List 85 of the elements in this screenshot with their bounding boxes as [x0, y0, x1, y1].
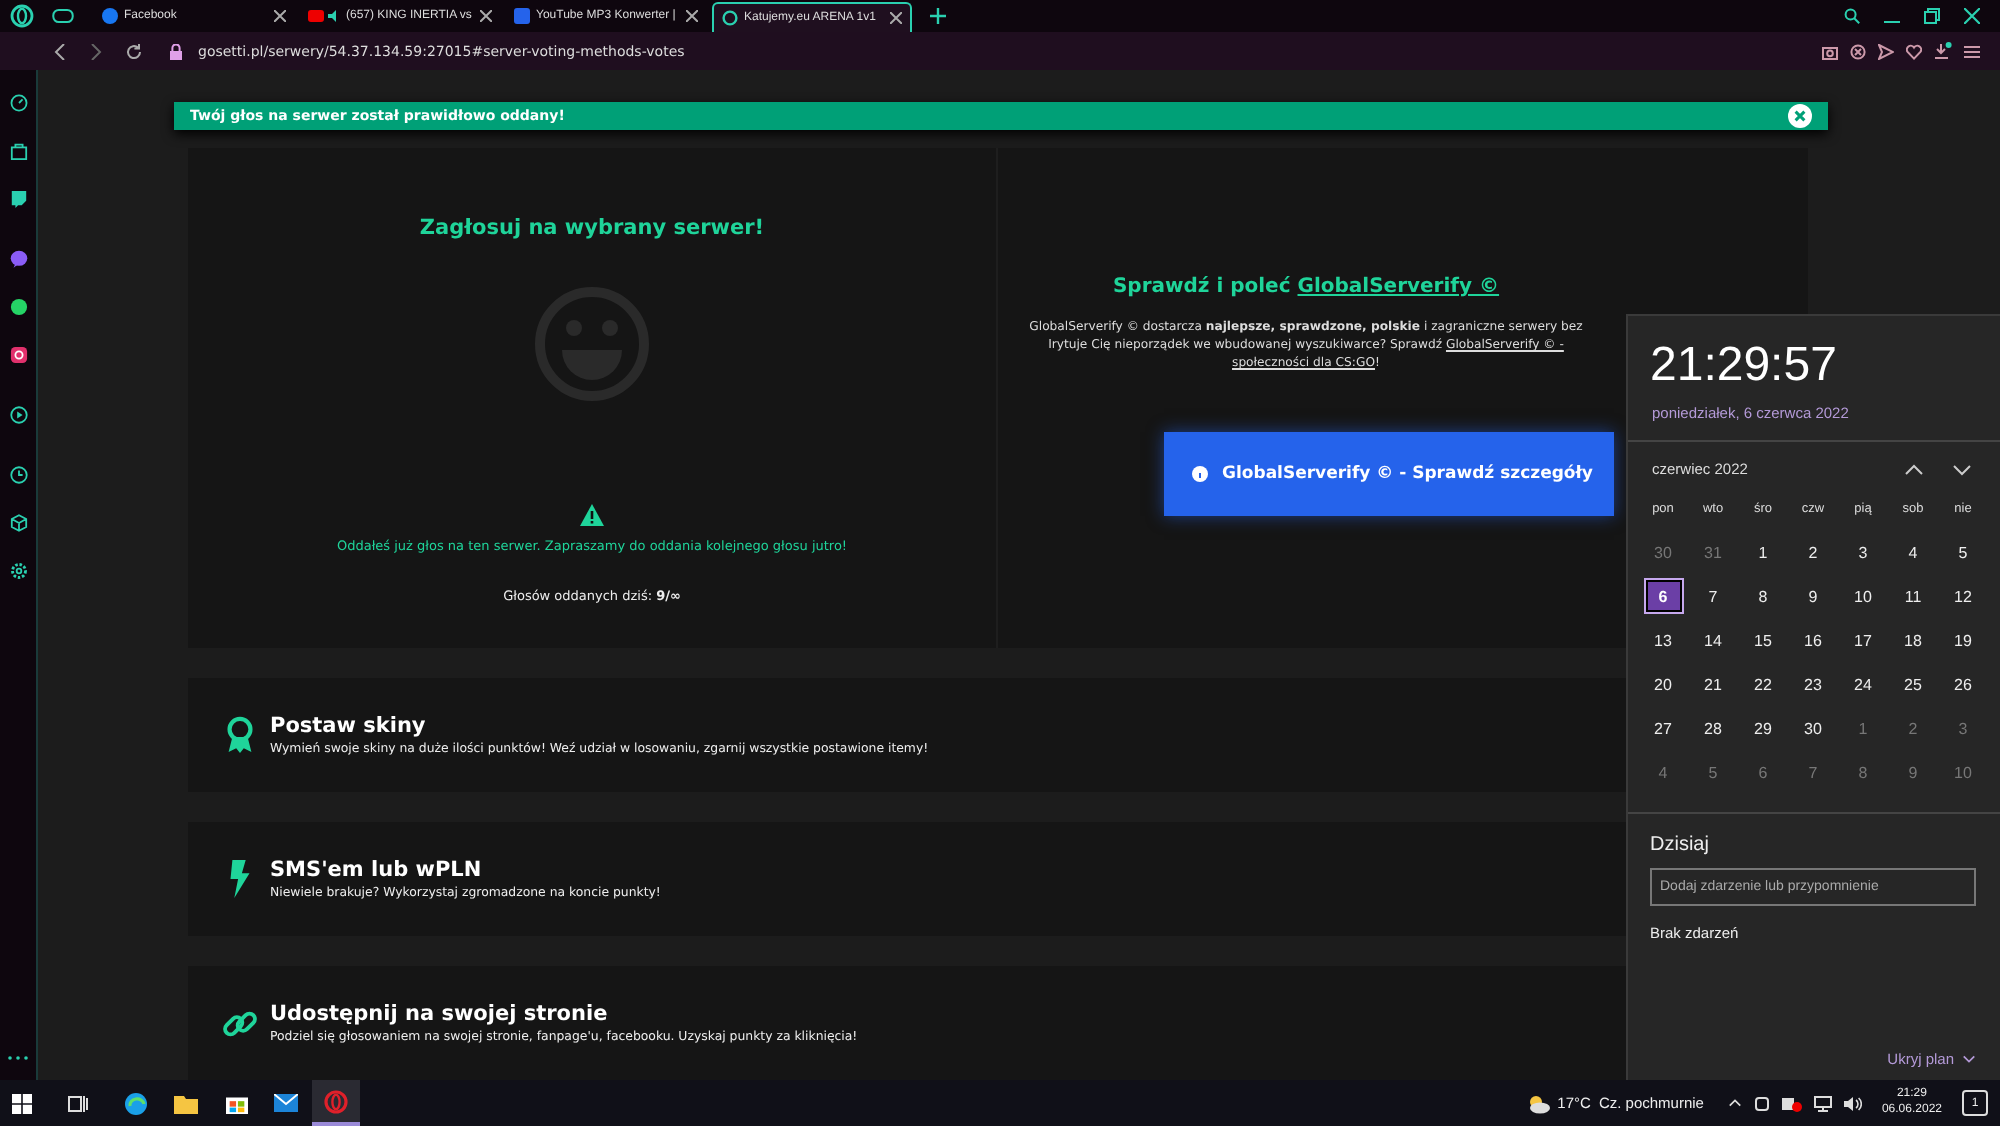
calendar-day[interactable]: 8 — [1743, 578, 1783, 614]
network-icon[interactable] — [1813, 1095, 1832, 1111]
calendar-day[interactable]: 22 — [1743, 666, 1783, 702]
gauge-icon[interactable] — [9, 94, 27, 112]
bag-icon[interactable] — [9, 142, 27, 160]
back-icon[interactable] — [54, 43, 66, 59]
calendar-day[interactable]: 18 — [1893, 622, 1933, 658]
calendar-day[interactable]: 19 — [1943, 622, 1983, 658]
calendar-day[interactable]: 11 — [1893, 578, 1933, 614]
calendar-day[interactable]: 14 — [1693, 622, 1733, 658]
youtube-icon — [308, 8, 340, 24]
folder-icon — [174, 1093, 198, 1113]
messenger-icon[interactable] — [9, 250, 27, 268]
calendar-day[interactable]: 30 — [1793, 710, 1833, 746]
clock-icon[interactable] — [9, 466, 27, 484]
vote-title: Zagłosuj na wybrany serwer! — [419, 216, 765, 240]
promo-title: Sprawdź i poleć GlobalServerify © — [1112, 276, 1500, 298]
twitch-icon[interactable] — [9, 190, 27, 208]
snapshot-icon[interactable] — [1822, 43, 1838, 59]
close-icon[interactable] — [274, 10, 286, 22]
info-icon — [1192, 466, 1208, 483]
feature-title: Udostępnij na swojej stronie — [270, 1002, 610, 1026]
maximize-icon[interactable] — [1924, 8, 1940, 24]
warning-icon — [580, 504, 604, 526]
details-button[interactable]: GlobalServerify © - Sprawdź szczegóły — [1164, 432, 1614, 517]
calendar-day[interactable]: 23 — [1793, 666, 1833, 702]
award-icon — [222, 716, 258, 754]
link[interactable]: GlobalServerify © — [1297, 276, 1500, 298]
calendar-day[interactable]: 29 — [1743, 710, 1783, 746]
calendar-day[interactable]: 26 — [1943, 666, 1983, 702]
calendar-day[interactable]: 3 — [1843, 534, 1883, 570]
calendar-day[interactable]: 24 — [1843, 666, 1883, 702]
calendar-day[interactable]: 4 — [1893, 534, 1933, 570]
close-icon[interactable] — [1964, 8, 1980, 24]
today-heading: Dzisiaj — [1650, 834, 1711, 856]
clock-time: 21:29:57 — [1650, 338, 1839, 394]
instagram-icon[interactable] — [9, 346, 27, 364]
calendar-day[interactable]: 28 — [1693, 710, 1733, 746]
mail-icon — [274, 1094, 298, 1112]
calendar-day[interactable]: 20 — [1643, 666, 1683, 702]
cube-icon[interactable] — [9, 514, 27, 532]
send-icon[interactable] — [1878, 43, 1894, 59]
play-icon[interactable] — [9, 406, 27, 424]
calendar-day[interactable]: 2 — [1793, 534, 1833, 570]
weather-icon[interactable] — [1525, 1093, 1550, 1113]
calendar-day[interactable]: 21 — [1693, 666, 1733, 702]
opera-logo-icon[interactable] — [10, 4, 34, 28]
calendar-day[interactable]: 25 — [1893, 666, 1933, 702]
calendar-day[interactable]: 6 — [1643, 578, 1683, 614]
search-icon[interactable] — [1844, 8, 1860, 24]
chevron-up-icon[interactable] — [1904, 463, 1924, 475]
download-icon[interactable] — [1934, 42, 1952, 60]
close-icon[interactable] — [480, 10, 492, 22]
feature-title: SMS'em lub wPLN — [270, 858, 484, 882]
calendar-day[interactable]: 1 — [1743, 534, 1783, 570]
reload-icon[interactable] — [126, 43, 142, 59]
calendar-day[interactable]: 13 — [1643, 622, 1683, 658]
close-icon[interactable] — [890, 11, 902, 23]
settings-icon[interactable] — [9, 562, 27, 580]
store-icon — [225, 1092, 247, 1114]
volume-icon[interactable] — [1843, 1095, 1862, 1111]
calendar-day[interactable]: 16 — [1793, 622, 1833, 658]
lock-icon — [170, 43, 182, 59]
chevron-down-icon[interactable] — [1962, 1054, 1976, 1064]
edge-icon — [124, 1091, 148, 1115]
calendar-day[interactable]: 17 — [1843, 622, 1883, 658]
calendar-day[interactable]: 12 — [1943, 578, 1983, 614]
chevron-down-icon[interactable] — [1952, 463, 1972, 475]
block-icon[interactable] — [1850, 43, 1866, 59]
close-icon[interactable] — [686, 10, 698, 22]
heart-icon[interactable] — [1906, 43, 1922, 59]
calendar-day[interactable]: 5 — [1943, 534, 1983, 570]
new-tab-icon[interactable] — [930, 8, 946, 24]
forward-icon[interactable] — [90, 43, 102, 59]
task-view-icon[interactable] — [68, 1093, 88, 1113]
windows-start-icon[interactable] — [12, 1093, 32, 1113]
opera-icon — [324, 1089, 348, 1113]
caret-icon[interactable] — [1727, 1098, 1742, 1108]
calendar-day[interactable]: 27 — [1643, 710, 1683, 746]
menu-icon[interactable] — [1964, 43, 1980, 59]
calendar-day[interactable]: 7 — [1693, 578, 1733, 614]
calendar-day[interactable]: 15 — [1743, 622, 1783, 658]
feature-title: Postaw skiny — [270, 714, 428, 738]
calendar-day[interactable]: 9 — [1793, 578, 1833, 614]
calendar-day[interactable]: 10 — [1843, 578, 1883, 614]
